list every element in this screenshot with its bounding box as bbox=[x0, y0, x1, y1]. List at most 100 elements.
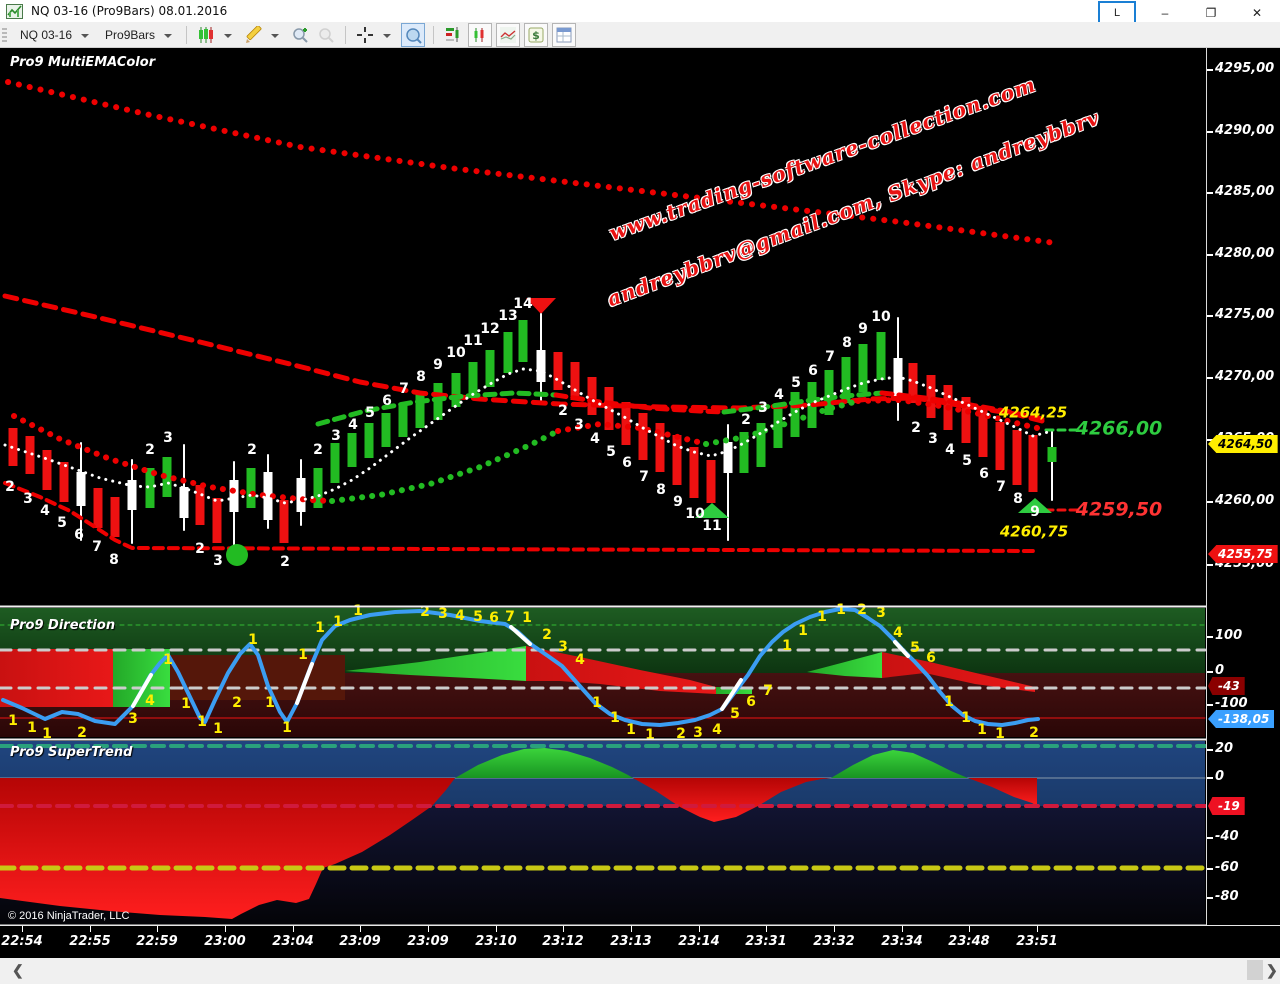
svg-text:3: 3 bbox=[163, 430, 173, 446]
axis-tick-label: 4270,00 bbox=[1215, 369, 1274, 384]
ninjatrader-window: NQ 03-16 (Pro9Bars) 08.01.2016 L – ❐ ✕ N… bbox=[0, 0, 1280, 984]
scrollbar-thumb[interactable] bbox=[1247, 960, 1263, 980]
copyright-text: © 2016 NinjaTrader, LLC bbox=[8, 910, 129, 922]
time-tick bbox=[834, 926, 835, 932]
svg-text:2: 2 bbox=[145, 442, 155, 458]
time-label: 23:13 bbox=[610, 934, 651, 949]
svg-text:1: 1 bbox=[645, 727, 655, 743]
svg-text:3: 3 bbox=[438, 606, 448, 622]
svg-text:1: 1 bbox=[977, 722, 987, 738]
svg-text:2: 2 bbox=[232, 695, 242, 711]
price-badge: 4255,75 bbox=[1208, 545, 1278, 563]
svg-text:2: 2 bbox=[247, 442, 257, 458]
time-label: 23:31 bbox=[745, 934, 786, 949]
axis-tick bbox=[1207, 636, 1213, 638]
svg-text:1: 1 bbox=[592, 695, 602, 711]
svg-text:8: 8 bbox=[656, 482, 666, 498]
svg-text:4266,00: 4266,00 bbox=[1075, 418, 1163, 440]
axis-tick-label: -100 bbox=[1215, 696, 1248, 711]
svg-text:6: 6 bbox=[74, 527, 84, 543]
axis-tick bbox=[1207, 69, 1213, 71]
svg-text:4264,25: 4264,25 bbox=[998, 404, 1067, 422]
axis-tick bbox=[1207, 192, 1213, 194]
svg-text:1: 1 bbox=[213, 721, 223, 737]
svg-text:1: 1 bbox=[197, 714, 207, 730]
svg-text:6: 6 bbox=[746, 694, 756, 710]
svg-text:3: 3 bbox=[213, 553, 223, 569]
svg-text:2: 2 bbox=[857, 602, 867, 618]
svg-text:1: 1 bbox=[265, 695, 275, 711]
svg-text:1: 1 bbox=[782, 638, 792, 654]
svg-text:1: 1 bbox=[610, 710, 620, 726]
svg-text:3: 3 bbox=[574, 417, 584, 433]
axis-tick bbox=[1207, 749, 1213, 751]
svg-text:4: 4 bbox=[774, 387, 784, 403]
svg-text:9: 9 bbox=[433, 357, 443, 373]
svg-text:1: 1 bbox=[522, 610, 532, 626]
svg-text:6: 6 bbox=[926, 650, 936, 666]
time-tick bbox=[360, 926, 361, 932]
svg-text:5: 5 bbox=[910, 640, 920, 656]
price-badge: -138,05 bbox=[1208, 710, 1274, 728]
svg-text:4: 4 bbox=[145, 693, 155, 709]
price-badge: 4264,50 bbox=[1208, 435, 1278, 453]
svg-text:2: 2 bbox=[558, 403, 568, 419]
svg-text:5: 5 bbox=[473, 609, 483, 625]
svg-text:8: 8 bbox=[842, 335, 852, 351]
svg-text:7: 7 bbox=[92, 539, 102, 555]
axis-tick-label: -40 bbox=[1215, 829, 1239, 844]
axis-tick-label: 4260,00 bbox=[1215, 493, 1274, 508]
svg-text:1: 1 bbox=[282, 720, 292, 736]
axis-tick bbox=[1207, 704, 1213, 706]
svg-text:1: 1 bbox=[944, 694, 954, 710]
svg-text:1: 1 bbox=[798, 623, 808, 639]
time-label: 22:54 bbox=[1, 934, 42, 949]
svg-text:4259,50: 4259,50 bbox=[1075, 499, 1163, 521]
time-tick bbox=[428, 926, 429, 932]
axis-tick-label: 0 bbox=[1215, 663, 1224, 678]
time-label: 23:00 bbox=[204, 934, 245, 949]
svg-text:5: 5 bbox=[365, 405, 375, 421]
axis-tick bbox=[1207, 501, 1213, 503]
time-tick bbox=[496, 926, 497, 932]
svg-text:1: 1 bbox=[315, 620, 325, 636]
axis-tick-label: 4285,00 bbox=[1215, 184, 1274, 199]
scroll-left-icon[interactable]: ❮ bbox=[12, 962, 24, 979]
horizontal-scrollbar[interactable]: ❮ ❯ bbox=[0, 958, 1280, 984]
axis-tick bbox=[1207, 254, 1213, 256]
axis-tick-label: 100 bbox=[1215, 628, 1242, 643]
time-tick bbox=[563, 926, 564, 932]
svg-text:11: 11 bbox=[702, 518, 721, 534]
svg-text:4: 4 bbox=[348, 417, 358, 433]
svg-text:4: 4 bbox=[945, 442, 955, 458]
svg-text:4: 4 bbox=[893, 625, 903, 641]
svg-text:1: 1 bbox=[333, 614, 343, 630]
axis-tick bbox=[1207, 897, 1213, 899]
svg-text:1: 1 bbox=[181, 696, 191, 712]
svg-text:4: 4 bbox=[575, 652, 585, 668]
chart-canvas[interactable]: 1112341111211111112345671234111123456711… bbox=[0, 0, 1280, 984]
axis-tick-label: 4280,00 bbox=[1215, 246, 1274, 261]
svg-text:2: 2 bbox=[195, 541, 205, 557]
time-label: 23:10 bbox=[475, 934, 516, 949]
svg-text:14: 14 bbox=[513, 296, 533, 312]
time-axis[interactable]: 22:5422:5522:5923:0023:0423:0923:0923:10… bbox=[0, 925, 1280, 959]
svg-text:9: 9 bbox=[1030, 504, 1040, 520]
svg-text:5: 5 bbox=[606, 444, 616, 460]
time-tick bbox=[631, 926, 632, 932]
price-axis[interactable]: 4295,004290,004285,004280,004275,004270,… bbox=[1206, 48, 1280, 925]
axis-tick bbox=[1207, 837, 1213, 839]
time-label: 23:12 bbox=[542, 934, 583, 949]
svg-text:8: 8 bbox=[416, 369, 426, 385]
svg-text:8: 8 bbox=[1013, 491, 1023, 507]
svg-text:4: 4 bbox=[455, 608, 465, 624]
time-label: 23:09 bbox=[407, 934, 448, 949]
time-label: 23:34 bbox=[881, 934, 922, 949]
scroll-right-icon[interactable]: ❯ bbox=[1266, 962, 1278, 979]
axis-tick-label: 4275,00 bbox=[1215, 307, 1274, 322]
svg-text:10: 10 bbox=[871, 309, 891, 325]
time-tick bbox=[902, 926, 903, 932]
svg-text:7: 7 bbox=[996, 479, 1006, 495]
svg-text:1: 1 bbox=[298, 647, 308, 663]
panel-label-direction: Pro9 Direction bbox=[10, 618, 115, 633]
